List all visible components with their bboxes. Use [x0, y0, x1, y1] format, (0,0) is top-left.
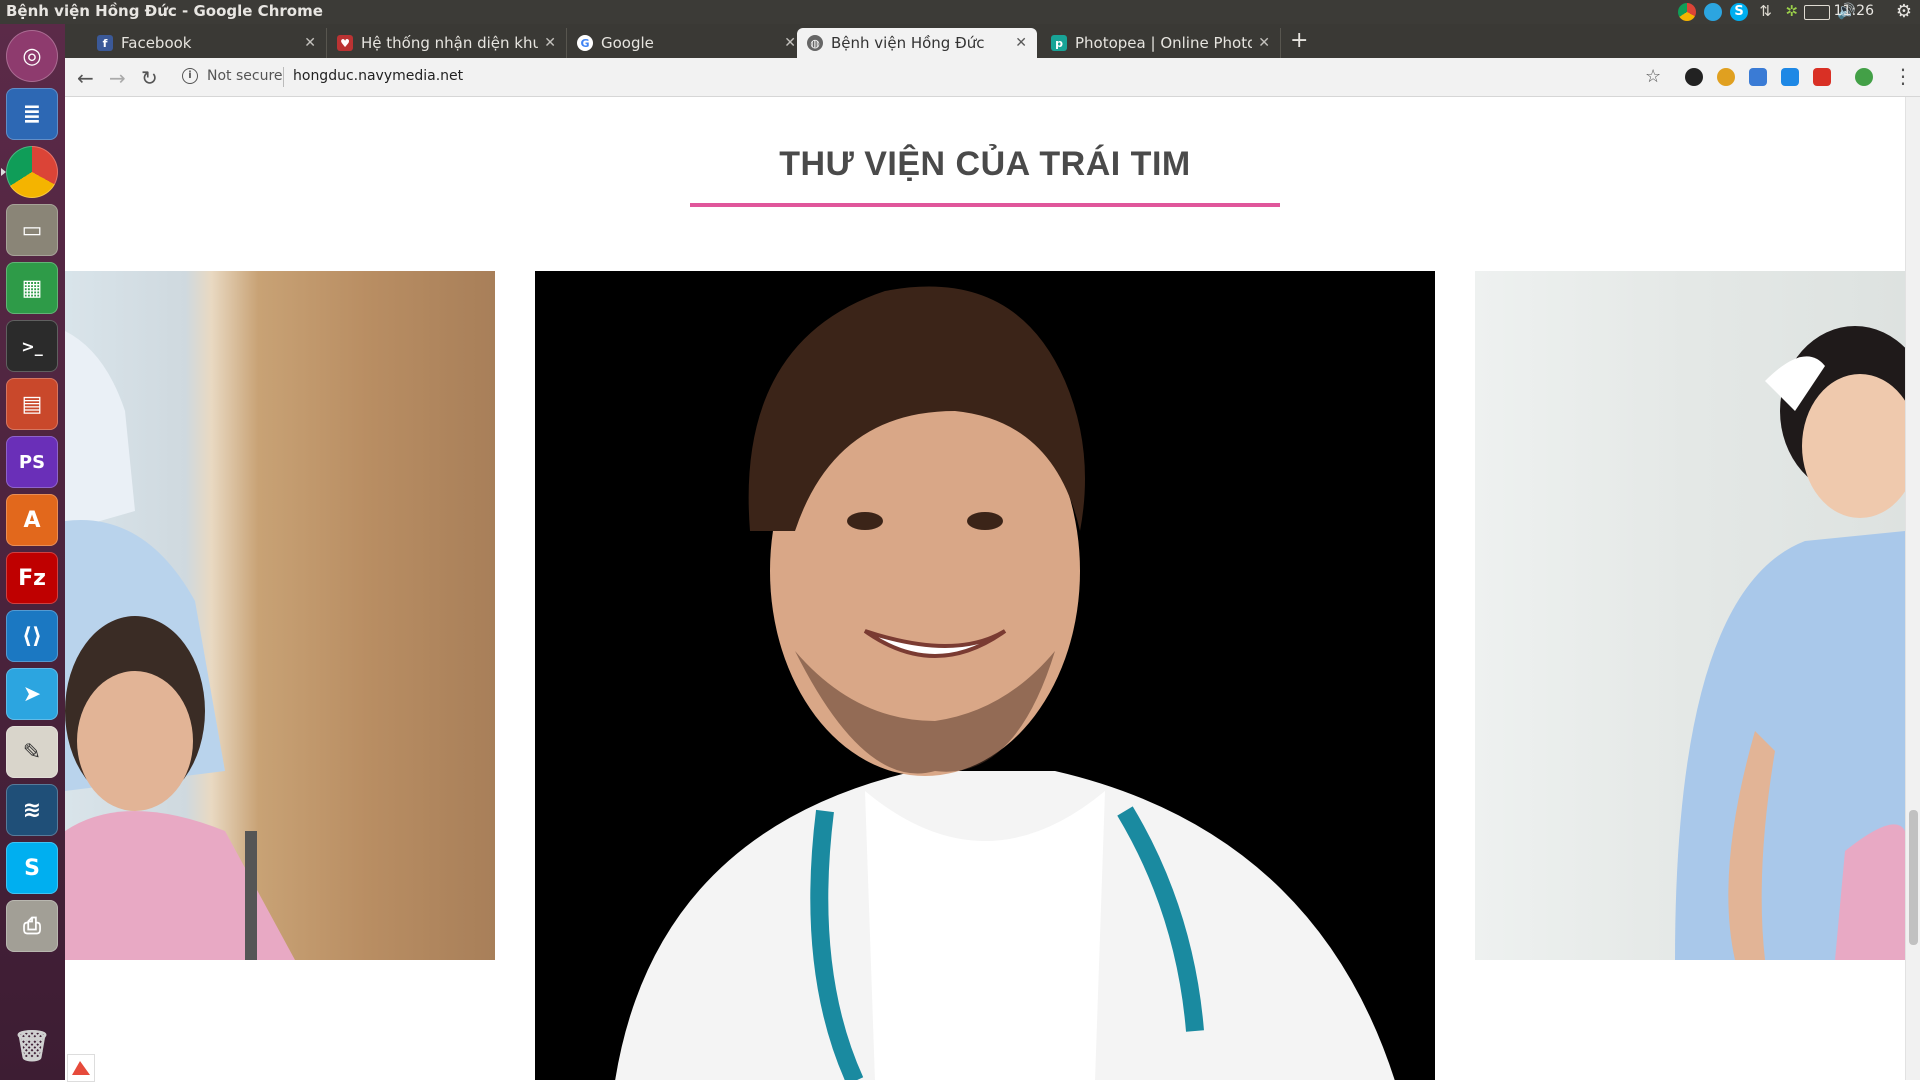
url-divider [283, 67, 284, 87]
software-center-icon[interactable]: A [6, 494, 58, 546]
page-scrollbar[interactable] [1905, 97, 1920, 1080]
gallery-image-right[interactable] [1475, 271, 1905, 960]
mysql-workbench-icon[interactable]: ≋ [6, 784, 58, 836]
close-icon[interactable]: ✕ [1015, 35, 1027, 51]
browser-toolbar: ← → ↻ i Not secure hongduc.navymedia.net… [65, 58, 1920, 97]
chrome-tray-icon[interactable] [1678, 3, 1696, 21]
terminal-icon[interactable]: >_ [6, 320, 58, 372]
tab-hong-duc-active[interactable]: ◍ Bệnh viện Hồng Đức ✕ [797, 28, 1037, 58]
doctor-eye-right-shape [967, 512, 1003, 530]
tab-photopea[interactable]: p Photopea | Online Photo ✕ [1041, 28, 1281, 58]
close-icon[interactable]: ✕ [1258, 35, 1270, 51]
tab-hospital-identity[interactable]: ♥ Hệ thống nhận diện khu ✕ [327, 28, 567, 58]
new-tab-button[interactable]: + [1290, 28, 1308, 53]
tab-strip: f Facebook ✕ ♥ Hệ thống nhận diện khu ✕ … [65, 24, 1920, 58]
close-icon[interactable]: ✕ [784, 35, 796, 51]
reload-icon[interactable]: ↻ [141, 66, 158, 90]
skype-tray-icon[interactable]: S [1730, 3, 1748, 21]
page-viewport: THƯ VIỆN CỦA TRÁI TIM [65, 97, 1905, 1080]
tab-label: Hệ thống nhận diện khu [361, 34, 539, 52]
phpstorm-icon[interactable]: PS [6, 436, 58, 488]
hospital-favicon-icon: ♥ [337, 35, 353, 51]
clock[interactable]: 11:26 [1834, 3, 1874, 19]
facebook-icon: f [97, 35, 113, 51]
gallery-image-center[interactable] [535, 271, 1435, 1080]
skype-launcher-icon[interactable]: S [6, 842, 58, 894]
php-extension-icon[interactable] [1685, 68, 1703, 86]
title-underline [690, 203, 1280, 207]
nurse-smiling-illustration [1675, 326, 1905, 960]
tab-label: Bệnh viện Hồng Đức [831, 34, 985, 52]
nurse-patient-illustration [65, 331, 295, 960]
close-icon[interactable]: ✕ [544, 35, 556, 51]
ubuntu-dash-icon[interactable]: ◎ [6, 30, 58, 82]
doctor-portrait-illustration [615, 286, 1395, 1080]
tab-label: Google [601, 34, 654, 52]
battery-icon[interactable] [1804, 5, 1830, 20]
system-top-panel: Bệnh viện Hồng Đức - Google Chrome S ⇅ ✲… [0, 0, 1920, 24]
google-icon: G [577, 35, 593, 51]
telegram-tray-icon[interactable] [1704, 3, 1722, 21]
back-arrow-icon[interactable]: ← [77, 66, 94, 90]
telegram-launcher-icon[interactable]: ➤ [6, 668, 58, 720]
photopea-icon: p [1051, 35, 1067, 51]
printer-icon[interactable]: ⎙ [6, 900, 58, 952]
window-title: Bệnh viện Hồng Đức - Google Chrome [6, 2, 323, 20]
gear-icon[interactable]: ⚙ [1896, 1, 1912, 22]
bookmark-extension-icon[interactable] [1781, 68, 1799, 86]
profile-avatar[interactable] [1855, 68, 1873, 86]
tweak-tray-icon[interactable]: ✲ [1785, 2, 1798, 20]
doctor-eye-left-shape [847, 512, 883, 530]
patient-face-shape [77, 671, 193, 811]
files-icon[interactable]: ▭ [6, 204, 58, 256]
address-bar-url[interactable]: hongduc.navymedia.net [293, 68, 463, 84]
globe-icon: ◍ [807, 35, 823, 51]
download-extension-icon[interactable] [1749, 68, 1767, 86]
security-label[interactable]: Not secure [207, 68, 283, 84]
filezilla-icon[interactable]: Fz [6, 552, 58, 604]
vscode-icon[interactable]: ⟨⟩ [6, 610, 58, 662]
calc-icon[interactable]: ▦ [6, 262, 58, 314]
network-arrows-icon[interactable]: ⇅ [1759, 2, 1772, 20]
bookmark-star-icon[interactable]: ☆ [1645, 66, 1661, 87]
writer-icon[interactable]: ≣ [6, 88, 58, 140]
wheelchair-handle-shape [245, 831, 257, 960]
patient-gown-shape [65, 811, 295, 960]
mail-extension-icon[interactable] [1813, 68, 1831, 86]
tab-facebook[interactable]: f Facebook ✕ [87, 28, 327, 58]
gallery-image-left[interactable] [65, 271, 495, 960]
info-icon[interactable]: i [182, 68, 198, 84]
impress-icon[interactable]: ▤ [6, 378, 58, 430]
menu-dots-icon[interactable]: ⋮ [1893, 64, 1913, 88]
forward-arrow-icon[interactable]: → [109, 66, 126, 90]
close-icon[interactable]: ✕ [304, 35, 316, 51]
section-title: THƯ VIỆN CỦA TRÁI TIM [779, 145, 1191, 183]
nurse-cap-shape [65, 331, 135, 531]
tab-label: Photopea | Online Photo [1075, 34, 1253, 52]
trash-icon[interactable]: 🗑 [6, 1020, 58, 1072]
chrome-launcher-icon[interactable] [6, 146, 58, 198]
tab-label: Facebook [121, 34, 192, 52]
tab-google[interactable]: G Google ✕ [567, 28, 807, 58]
scrollbar-thumb[interactable] [1909, 810, 1918, 945]
corner-widget-icon[interactable] [67, 1054, 95, 1082]
text-editor-icon[interactable]: ✎ [6, 726, 58, 778]
unity-launcher: ◎ ≣ ▭ ▦ >_ ▤ PS A Fz ⟨⟩ ➤ ✎ ≋ S ⎙ 🗑 [0, 24, 65, 1080]
extension-orange-icon[interactable] [1717, 68, 1735, 86]
